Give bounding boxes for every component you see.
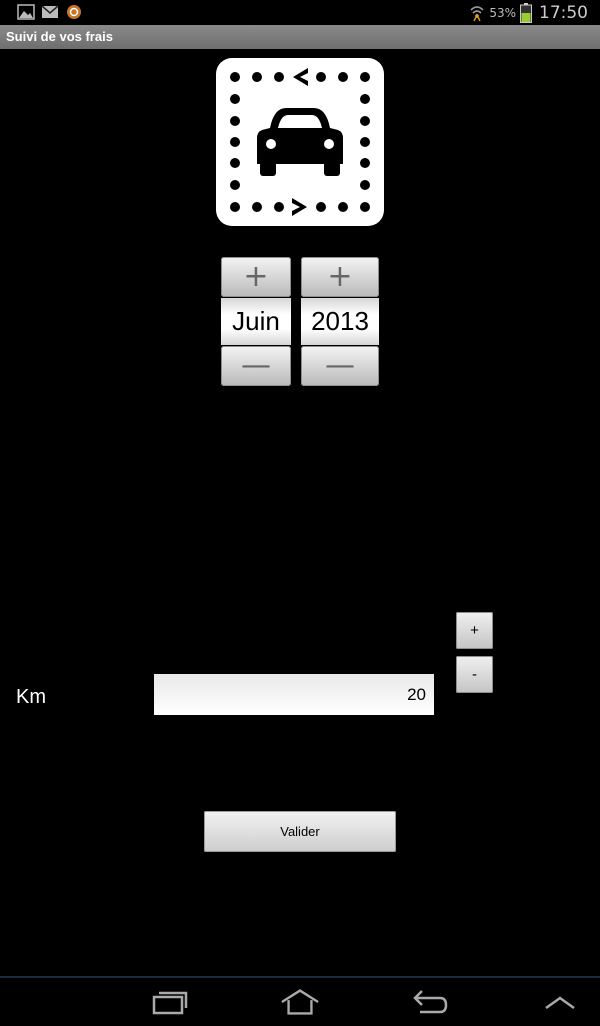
year-value[interactable]: 2013 [301, 298, 379, 345]
year-picker: + 2013 — [301, 257, 379, 386]
back-icon [413, 990, 448, 1014]
validate-button[interactable]: Valider [204, 811, 396, 852]
gallery-icon [17, 4, 35, 20]
km-input[interactable] [154, 674, 434, 715]
month-decrement-button[interactable]: — [221, 346, 291, 386]
year-increment-button[interactable]: + [301, 257, 379, 297]
month-increment-button[interactable]: + [221, 257, 291, 297]
month-picker: + Juin — [221, 257, 291, 386]
battery-icon [520, 2, 532, 23]
navigation-bar [0, 976, 600, 1026]
sync-app-icon [67, 5, 81, 19]
km-label: Km [16, 686, 46, 708]
recent-apps-icon [152, 991, 188, 1015]
app-title: Suivi de vos frais [6, 29, 113, 44]
back-button[interactable] [410, 986, 450, 1018]
app-title-bar: Suivi de vos frais [0, 25, 600, 49]
wifi-icon [470, 5, 484, 21]
app-logo [216, 58, 384, 226]
status-bar: 53% 17:50 [0, 0, 600, 25]
month-value[interactable]: Juin [221, 298, 291, 345]
home-icon [281, 989, 319, 1015]
menu-up-button[interactable] [540, 986, 580, 1018]
car-route-icon [230, 68, 370, 216]
battery-percent: 53% [489, 5, 516, 20]
year-decrement-button[interactable]: — [301, 346, 379, 386]
km-minus-button[interactable]: - [456, 656, 493, 693]
clock: 17:50 [539, 2, 588, 23]
km-plus-button[interactable]: + [456, 612, 493, 649]
menu-up-icon [545, 996, 575, 1010]
recent-apps-button[interactable] [150, 986, 190, 1018]
gmail-icon [41, 5, 59, 18]
home-button[interactable] [280, 986, 320, 1018]
